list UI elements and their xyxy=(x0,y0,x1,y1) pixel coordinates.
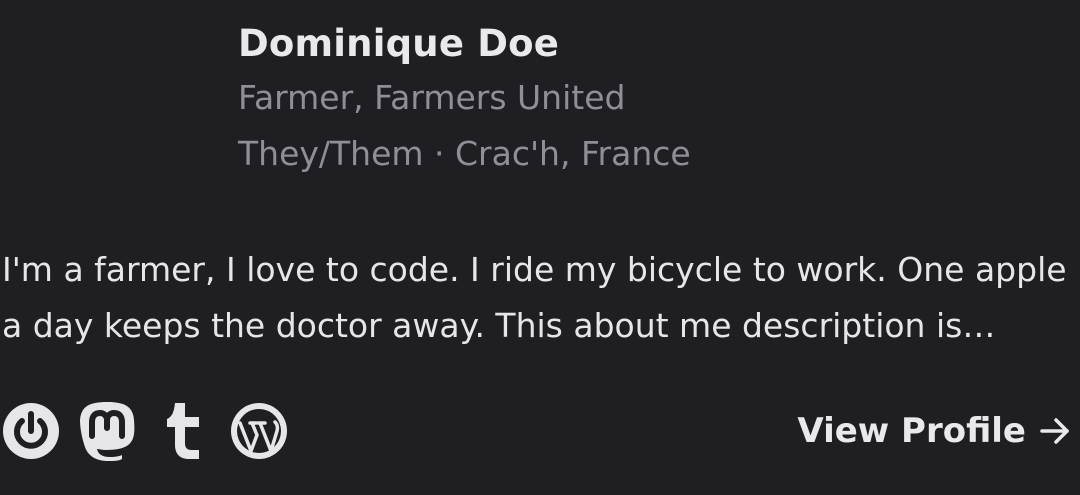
profile-header: Dominique Doe Farmer, Farmers United The… xyxy=(238,18,691,182)
social-link-tumblr[interactable] xyxy=(152,400,214,462)
social-link-mastodon[interactable] xyxy=(76,400,138,462)
power-icon xyxy=(3,403,59,459)
profile-name: Dominique Doe xyxy=(238,22,560,65)
social-links xyxy=(0,398,304,464)
mastodon-icon xyxy=(80,402,135,461)
social-link-wordpress[interactable] xyxy=(228,400,290,462)
profile-role: Farmer, Farmers United xyxy=(238,78,626,117)
profile-about: I'm a farmer, I love to code. I ride my … xyxy=(2,250,1067,345)
wordpress-icon xyxy=(231,403,287,459)
profile-card: Dominique Doe Farmer, Farmers United The… xyxy=(0,0,1080,495)
social-link-power[interactable] xyxy=(0,400,62,462)
arrow-right-icon xyxy=(1038,414,1072,448)
view-profile-label: View Profile xyxy=(797,411,1026,451)
profile-pronouns-location: They/Them · Crac'h, France xyxy=(238,134,691,173)
view-profile-link[interactable]: View Profile xyxy=(797,404,1072,458)
tumblr-icon xyxy=(167,403,199,459)
